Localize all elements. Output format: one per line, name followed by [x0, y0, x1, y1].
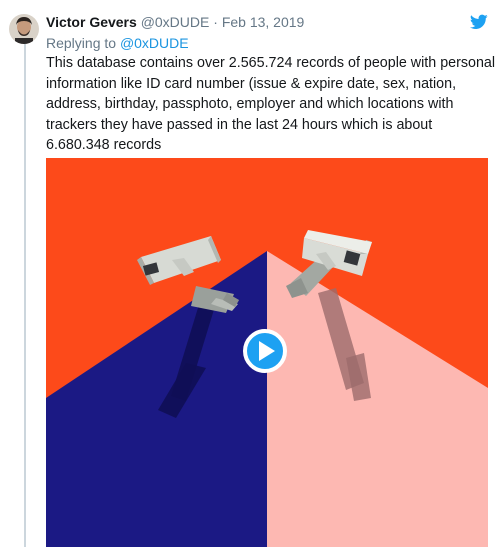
tweet-text-line: 6.680.348 records — [46, 137, 162, 154]
tweet-text: This database contains over 2.565.724 re… — [46, 53, 496, 156]
video-thumbnail[interactable] — [46, 158, 488, 547]
reply-prefix: Replying to — [46, 35, 117, 51]
twitter-bird-icon[interactable] — [470, 14, 488, 30]
tweet-text-line: trackers they have passed in the last 24… — [46, 116, 433, 133]
tweet-date[interactable]: Feb 13, 2019 — [222, 14, 305, 30]
reply-handle-link[interactable]: @0xDUDE — [120, 35, 189, 51]
replying-to: Replying to @0xDUDE — [46, 34, 189, 52]
author-handle[interactable]: @0xDUDE — [141, 14, 210, 30]
play-icon — [243, 329, 287, 373]
tweet-text-line: information like ID card number (issue &… — [46, 75, 457, 92]
avatar[interactable] — [9, 14, 39, 44]
tweet-text-line: This database contains over 2.565.724 re… — [46, 55, 496, 71]
author-name[interactable]: Victor Gevers — [46, 14, 137, 30]
thread-line — [24, 38, 26, 547]
tweet-text-line: address, birthday, passphoto, employer a… — [46, 96, 454, 113]
meta-separator: · — [213, 14, 218, 30]
tweet-header: Victor Gevers @0xDUDE · Feb 13, 2019 — [46, 13, 304, 31]
